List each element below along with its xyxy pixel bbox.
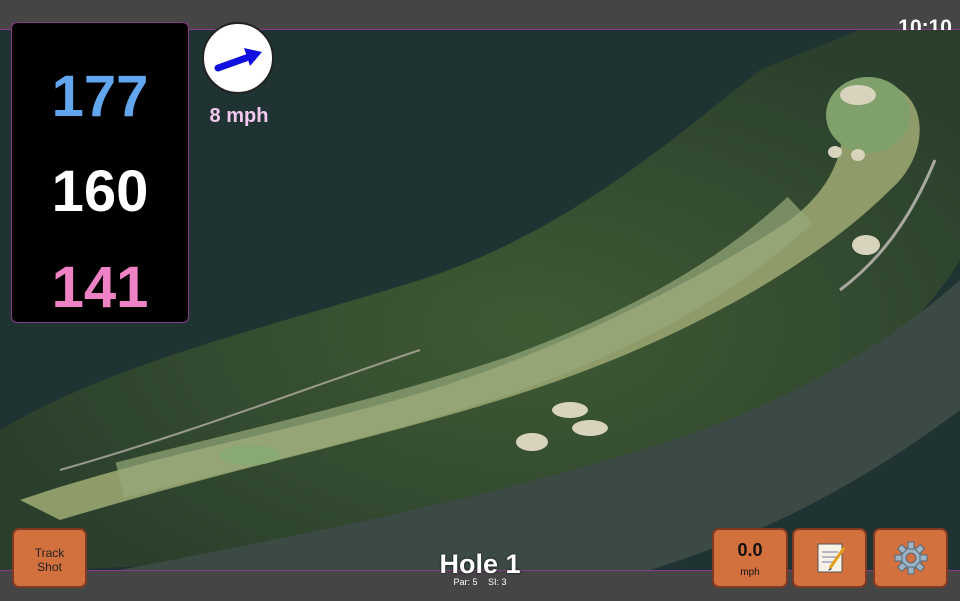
bunker (552, 402, 588, 418)
bunker (851, 149, 865, 161)
hole-title: Hole 1 (439, 549, 521, 579)
bunker (828, 146, 842, 158)
wind-direction-indicator[interactable] (202, 22, 274, 94)
wind-speed: 8 mph (209, 105, 269, 127)
speed-unit: mph (740, 567, 760, 578)
settings-button[interactable] (873, 528, 948, 588)
back-distance: 177 (51, 64, 149, 129)
hole-stroke-index: SI: 3 (488, 577, 507, 587)
distance-panel: 177 160 141 (11, 22, 189, 323)
track-shot-label-line1: Track (34, 546, 65, 560)
speed-value: 0.0 (737, 540, 763, 560)
wind-arrow-icon (214, 48, 262, 72)
bunker (572, 420, 608, 436)
bunker (840, 85, 876, 105)
notes-button[interactable] (792, 528, 867, 588)
notepad-icon (817, 543, 846, 573)
speed-button[interactable]: 0.0 mph (712, 528, 788, 588)
middle-distance: 160 (51, 159, 149, 224)
hole-par: Par: 5 (453, 577, 478, 587)
gear-icon (894, 541, 928, 575)
track-shot-button[interactable]: Track Shot (12, 528, 87, 588)
bunker (516, 433, 548, 451)
bunker (852, 235, 880, 255)
track-shot-label-line2: Shot (37, 560, 62, 574)
hole-info: Par: 5 SI: 3 (380, 577, 580, 587)
tee-box (220, 445, 280, 465)
front-distance: 141 (51, 255, 149, 320)
